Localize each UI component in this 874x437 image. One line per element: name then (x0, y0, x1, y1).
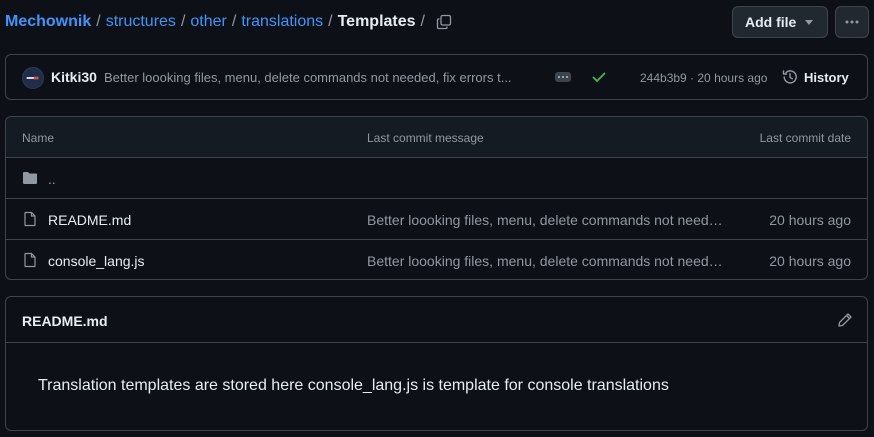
breadcrumb-separator: / (231, 13, 237, 30)
table-row-parent-directory[interactable]: .. (6, 158, 867, 199)
commit-message-link[interactable]: Better loooking files, menu, delete comm… (367, 212, 727, 228)
commit-date: 20 hours ago (769, 253, 851, 269)
copy-path-button[interactable] (432, 11, 456, 33)
breadcrumb-current: Templates (337, 13, 416, 30)
readme-title: README.md (22, 313, 108, 329)
history-button[interactable]: History (782, 69, 849, 85)
kebab-horizontal-icon (845, 20, 859, 24)
commit-hash-and-time[interactable]: 244b3b9 · 20 hours ago (640, 71, 767, 85)
commit-message-link[interactable]: Better loooking files, menu, delete comm… (367, 253, 727, 269)
breadcrumb-link-structures[interactable]: structures (106, 13, 176, 31)
breadcrumb-link-other[interactable]: other (190, 13, 226, 31)
readme-content: Translation templates are stored here co… (38, 377, 669, 394)
column-header-date: Last commit date (759, 131, 851, 145)
table-header: Name Last commit message Last commit dat… (6, 117, 867, 158)
history-icon (782, 70, 797, 84)
file-icon (24, 252, 36, 268)
pencil-icon[interactable] (837, 312, 853, 328)
add-file-button[interactable]: Add file (732, 6, 828, 38)
breadcrumb: Mechownik / structures / other / transla… (5, 11, 430, 33)
column-header-message: Last commit message (367, 131, 484, 145)
expand-commit-message-button[interactable] (555, 72, 571, 82)
triangle-down-icon (805, 20, 813, 25)
column-header-name: Name (22, 131, 55, 145)
folder-icon (23, 172, 37, 184)
history-label: History (804, 69, 849, 85)
check-icon[interactable] (591, 69, 607, 85)
file-icon (24, 211, 36, 227)
avatar[interactable] (22, 67, 44, 89)
user-avatar-icon (26, 76, 39, 80)
file-table: Name Last commit message Last commit dat… (5, 116, 868, 280)
parent-directory-link[interactable]: .. (48, 171, 56, 187)
readme-header: README.md (6, 297, 867, 343)
breadcrumb-separator: / (180, 13, 186, 30)
commit-message-link[interactable]: Better loooking files, menu, delete comm… (104, 70, 544, 85)
more-options-button[interactable] (835, 6, 869, 38)
repo-file-browser: Mechownik / structures / other / transla… (0, 0, 874, 437)
breadcrumb-separator: / (328, 13, 333, 30)
table-row[interactable]: console_lang.js Better loooking files, m… (6, 240, 867, 279)
latest-commit-bar: Kitki30 Better loooking files, menu, del… (5, 54, 868, 100)
file-name-link[interactable]: console_lang.js (48, 253, 145, 269)
commit-date: 20 hours ago (769, 212, 851, 228)
breadcrumb-link-translations[interactable]: translations (241, 13, 323, 31)
commit-author-link[interactable]: Kitki30 (51, 69, 97, 85)
table-row[interactable]: README.md Better loooking files, menu, d… (6, 199, 867, 240)
breadcrumb-separator: / (96, 13, 101, 30)
breadcrumb-repo-link[interactable]: Mechownik (5, 13, 91, 31)
breadcrumb-trailing-separator: / (420, 13, 425, 30)
add-file-label: Add file (745, 14, 797, 30)
copy-icon (436, 14, 452, 30)
file-name-link[interactable]: README.md (48, 212, 131, 228)
readme-panel: README.md Translation templates are stor… (5, 296, 868, 431)
